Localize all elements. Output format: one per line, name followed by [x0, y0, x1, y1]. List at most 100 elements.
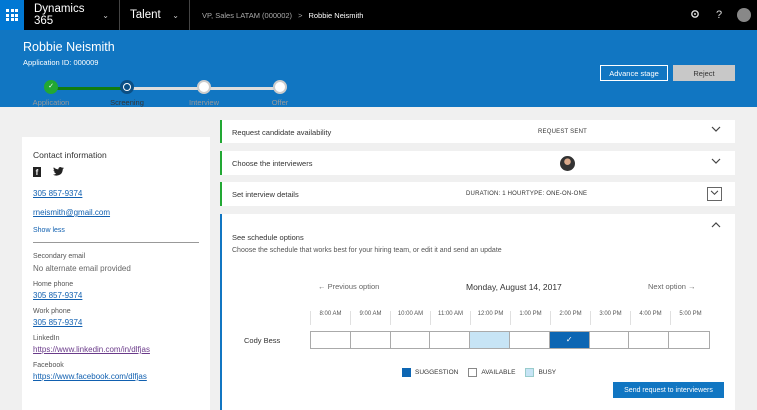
brand-label: Dynamics 365	[34, 3, 85, 27]
chevron-down-icon: ⌄	[102, 10, 109, 20]
app-label: Talent	[130, 9, 161, 21]
schedule-subtitle: Choose the schedule that works best for …	[232, 247, 502, 254]
stage-screening[interactable]: Screening	[92, 80, 162, 107]
contact-card: Contact information f 305 857-9374 rneis…	[22, 137, 210, 410]
panel-request-availability[interactable]: Request candidate availability REQUEST S…	[220, 120, 735, 143]
schedule-date: Monday, August 14, 2017	[466, 282, 562, 292]
interviewer-avatar[interactable]	[560, 156, 575, 171]
linkedin-label: LinkedIn	[33, 335, 60, 342]
time-slot-available[interactable]	[430, 332, 471, 348]
stage-interview[interactable]: Interview	[169, 80, 239, 107]
panel-title: Choose the interviewers	[232, 159, 313, 168]
show-less-link[interactable]: Show less	[33, 227, 199, 234]
time-slot-available[interactable]	[590, 332, 630, 348]
duration-badge: DURATION: 1 HOUR	[466, 191, 527, 197]
time-slot-busy[interactable]	[470, 332, 510, 348]
twitter-icon[interactable]	[53, 167, 64, 179]
secondary-email-label: Secondary email	[33, 253, 86, 260]
active-indicator	[220, 214, 222, 410]
help-icon[interactable]: ?	[707, 9, 731, 21]
schedule-legend: SUGGESTION AVAILABLE BUSY	[402, 368, 566, 377]
time-label: 10:00 AM	[390, 311, 430, 325]
stage-label: Application	[32, 98, 70, 107]
time-label: 5:00 PM	[670, 311, 710, 325]
current-stage-icon	[120, 80, 134, 94]
time-label: 9:00 AM	[350, 311, 390, 325]
panel-title: Set interview details	[232, 190, 299, 199]
time-label: 12:00 PM	[470, 311, 510, 325]
stage-label: Screening	[110, 98, 144, 107]
secondary-email-value: No alternate email provided	[33, 264, 131, 273]
chevron-down-icon[interactable]	[711, 125, 721, 135]
work-phone-link[interactable]: 305 857-9374	[33, 318, 199, 327]
time-slot-suggestion[interactable]: ✓	[549, 332, 590, 348]
breadcrumb-current: Robbie Neismith	[308, 10, 364, 20]
phone-link[interactable]: 305 857-9374	[33, 189, 199, 198]
stage-label: Offer	[271, 98, 289, 107]
legend-label: BUSY	[538, 369, 557, 376]
legend-label: AVAILABLE	[481, 369, 516, 376]
stage-tracker: ✓ Application Screening Interview Offer	[0, 80, 757, 110]
contact-title: Contact information	[33, 150, 107, 160]
waffle-icon	[6, 9, 18, 21]
pending-stage-icon	[197, 80, 211, 94]
complete-indicator	[220, 182, 222, 206]
reject-button[interactable]: Reject	[673, 65, 735, 81]
social-links: f	[33, 167, 199, 179]
suggestion-swatch	[402, 368, 411, 377]
linkedin-link[interactable]: https://www.linkedin.com/in/dlfjas	[33, 345, 199, 354]
advance-stage-button[interactable]: Advance stage	[600, 65, 668, 81]
check-icon: ✓	[44, 80, 58, 94]
time-header: 8:00 AM 9:00 AM 10:00 AM 11:00 AM 12:00 …	[310, 311, 710, 325]
complete-indicator	[220, 151, 222, 175]
panel-interview-details[interactable]: Set interview details DURATION: 1 HOUR T…	[220, 182, 735, 206]
chevron-down-icon[interactable]	[711, 157, 721, 167]
application-id: Application ID: 000009	[23, 58, 99, 67]
type-badge: TYPE: ONE-ON-ONE	[526, 191, 588, 197]
divider	[33, 242, 199, 243]
user-avatar[interactable]	[737, 8, 751, 22]
top-nav-bar: Dynamics 365 ⌄ Talent ⌄ VP, Sales LATAM …	[0, 0, 757, 30]
candidate-name: Robbie Neismith	[23, 40, 115, 54]
facebook-icon[interactable]: f	[33, 167, 41, 177]
gear-icon[interactable]	[683, 9, 707, 22]
chevron-down-icon: ⌄	[172, 10, 179, 20]
legend-suggestion: SUGGESTION	[402, 368, 458, 377]
facebook-link[interactable]: https://www.facebook.com/dlfjas	[33, 372, 199, 381]
panel-title: Request candidate availability	[232, 128, 332, 137]
work-phone-label: Work phone	[33, 308, 71, 315]
available-swatch	[468, 368, 478, 377]
time-label: 3:00 PM	[590, 311, 630, 325]
stage-application[interactable]: ✓ Application	[16, 80, 86, 107]
legend-available: AVAILABLE	[468, 368, 515, 377]
panel-title: See schedule options	[232, 233, 304, 242]
time-slot-available[interactable]	[311, 332, 351, 348]
time-label: 4:00 PM	[630, 311, 670, 325]
time-slot-available[interactable]	[669, 332, 709, 348]
legend-busy: BUSY	[525, 368, 556, 377]
home-phone-link[interactable]: 305 857-9374	[33, 291, 199, 300]
brand-switcher[interactable]: Dynamics 365 ⌄	[24, 0, 120, 30]
chevron-up-icon[interactable]	[711, 220, 721, 230]
status-badge: REQUEST SENT	[538, 129, 587, 135]
panel-schedule-options: See schedule options Choose the schedule…	[220, 214, 735, 410]
time-slot-available[interactable]	[510, 332, 550, 348]
previous-option-button[interactable]: ← Previous option	[318, 282, 379, 291]
time-slot-available[interactable]	[629, 332, 670, 348]
legend-label: SUGGESTION	[415, 369, 459, 376]
next-option-button[interactable]: Next option →	[648, 282, 696, 291]
time-slot-available[interactable]	[391, 332, 431, 348]
stage-offer[interactable]: Offer	[245, 80, 315, 107]
app-launcher-button[interactable]	[0, 0, 24, 30]
app-switcher[interactable]: Talent ⌄	[120, 0, 190, 30]
panel-choose-interviewers[interactable]: Choose the interviewers	[220, 151, 735, 175]
time-slot-available[interactable]	[351, 332, 391, 348]
email-link[interactable]: rneismith@gmail.com	[33, 208, 199, 217]
top-icons: ?	[683, 0, 757, 30]
facebook-label: Facebook	[33, 362, 64, 369]
breadcrumb-parent[interactable]: VP, Sales LATAM (000002)	[202, 11, 292, 20]
send-request-button[interactable]: Send request to interviewers	[613, 382, 724, 398]
schedule-row: ✓	[310, 331, 710, 349]
time-label: 11:00 AM	[430, 311, 470, 325]
chevron-down-icon[interactable]	[707, 187, 722, 201]
